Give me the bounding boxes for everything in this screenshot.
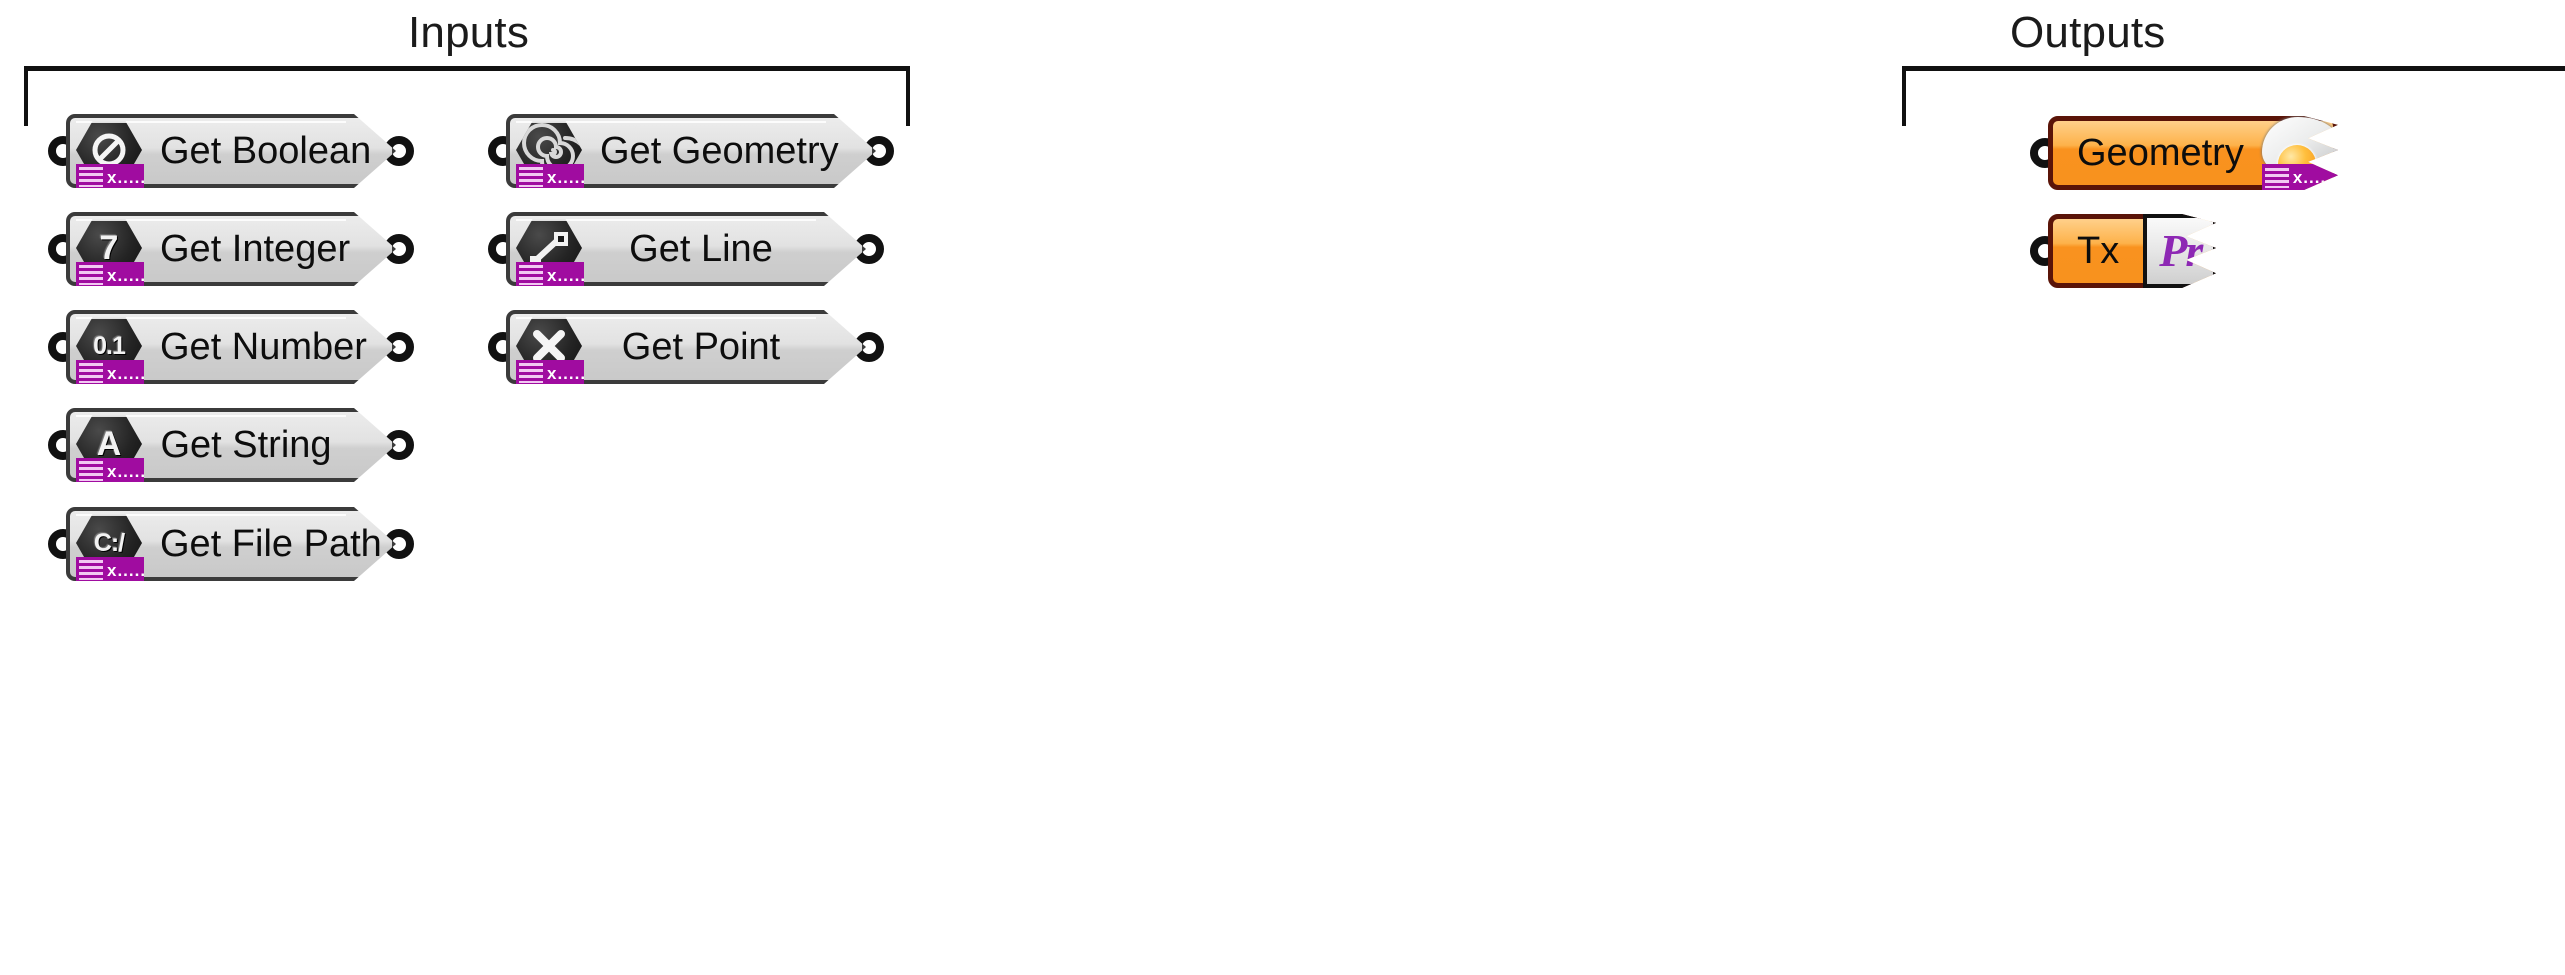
node-get-string[interactable]: A x..... Get String [48, 408, 414, 482]
strip-label: x..... [107, 560, 144, 580]
node-label: Get Line [629, 228, 773, 270]
inputs-group-title: Inputs [408, 8, 530, 57]
file-path-drive-icon: C:/ x..... [72, 511, 150, 577]
node-label: Get Integer [160, 228, 351, 270]
persistent-data-strip: x..... [2262, 164, 2338, 191]
strip-label: x..... [107, 167, 144, 187]
node-body[interactable]: x..... Get Boolean [66, 114, 396, 188]
string-letter-a-icon: A x..... [72, 412, 150, 478]
point-cross-icon: x..... [512, 314, 590, 380]
hex-glyph: 7 [99, 229, 119, 267]
strip-bars-icon [79, 265, 103, 285]
node-get-number[interactable]: 0.1 x..... Get Number [48, 310, 414, 384]
node-label: Get Number [160, 326, 367, 368]
strip-label: x..... [547, 265, 584, 285]
strip-bars-icon [519, 167, 543, 187]
strip-label: x..... [107, 461, 144, 481]
persistent-data-strip: x..... [76, 164, 144, 190]
geometry-spiral-icon: x..... [512, 118, 590, 184]
strip-bars-icon [519, 363, 543, 383]
node-body[interactable]: A x..... Get String [66, 408, 396, 482]
integer-seven-icon: 7 x..... [72, 216, 150, 282]
strip-bars-icon [79, 461, 103, 481]
boolean-toggle-icon: x..... [72, 118, 150, 184]
persistent-data-strip: x..... [76, 557, 144, 583]
strip-bars-icon [79, 167, 103, 187]
node-body[interactable]: C:/ x..... Get File Path [66, 507, 396, 581]
node-label: Tx [2077, 230, 2120, 272]
persistent-data-strip: x..... [76, 458, 144, 484]
persistent-data-strip: x..... [76, 262, 144, 288]
number-zero-one-icon: 0.1 x..... [72, 314, 150, 380]
node-get-geometry[interactable]: x..... Get Geometry [488, 114, 894, 188]
node-output-tx[interactable]: Tx Pr [2030, 214, 2216, 288]
node-body[interactable]: x..... Get Point [506, 310, 866, 384]
node-label: Get String [160, 424, 332, 466]
strip-label: x..... [2292, 168, 2332, 187]
line-segment-icon: x..... [512, 216, 590, 282]
node-get-integer[interactable]: 7 x..... Get Integer [48, 212, 414, 286]
hex-glyph: A [96, 425, 122, 463]
pr-badge-label: Pr [2159, 225, 2202, 276]
hex-glyph: 0.1 [93, 331, 125, 360]
strip-label: x..... [107, 363, 144, 383]
node-get-boolean[interactable]: x..... Get Boolean [48, 114, 414, 188]
node-label: Get Boolean [160, 130, 372, 172]
strip-label: x..... [547, 363, 584, 383]
node-output-geometry[interactable]: Geometry x..... [2030, 116, 2338, 190]
premiere-pr-icon: Pr [2143, 214, 2217, 288]
strip-label: x..... [547, 167, 584, 187]
persistent-data-strip: x..... [516, 262, 584, 288]
node-get-point[interactable]: x..... Get Point [488, 310, 884, 384]
persistent-data-strip: x..... [516, 360, 584, 386]
node-get-line[interactable]: x..... Get Line [488, 212, 884, 286]
node-body[interactable]: 0.1 x..... Get Number [66, 310, 396, 384]
strip-label: x..... [107, 265, 144, 285]
node-label: Get File Path [160, 523, 382, 565]
node-body[interactable]: Geometry x..... [2048, 116, 2338, 190]
strip-bars-icon [79, 363, 103, 383]
node-label: Get Geometry [600, 130, 839, 172]
outputs-group-title: Outputs [2010, 8, 2166, 57]
node-label: Geometry [2077, 132, 2244, 174]
node-body[interactable]: x..... Get Line [506, 212, 866, 286]
node-label: Get Point [621, 326, 781, 368]
strip-bars-icon [2265, 168, 2289, 188]
persistent-data-strip: x..... [516, 164, 584, 190]
hex-glyph: C:/ [93, 528, 125, 557]
node-body[interactable]: 7 x..... Get Integer [66, 212, 396, 286]
strip-bars-icon [79, 560, 103, 580]
node-get-file-path[interactable]: C:/ x..... Get File Path [48, 507, 414, 581]
geometry-blob-icon: x..... [2254, 117, 2346, 189]
persistent-data-strip: x..... [76, 360, 144, 386]
node-body[interactable]: Tx Pr [2048, 214, 2216, 288]
strip-bars-icon [519, 265, 543, 285]
node-body[interactable]: x..... Get Geometry [506, 114, 876, 188]
